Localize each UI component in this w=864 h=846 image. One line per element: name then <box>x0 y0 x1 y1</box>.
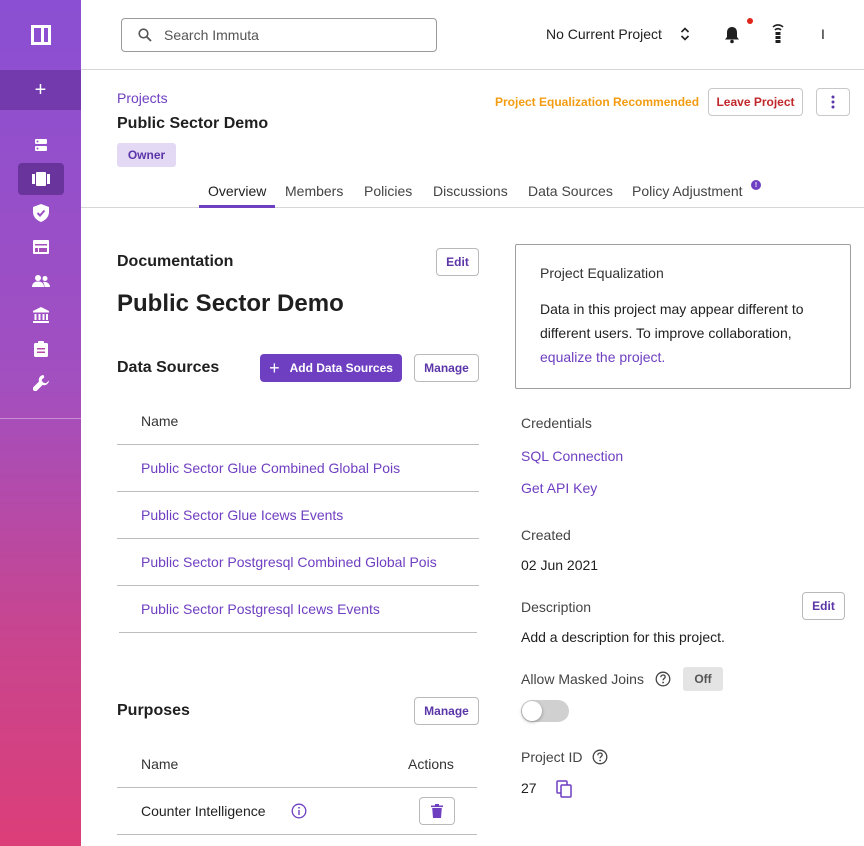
delete-purpose-button[interactable] <box>419 797 455 825</box>
notification-dot <box>747 18 753 24</box>
edit-description-button[interactable]: Edit <box>802 592 845 620</box>
sidebar-item-data-sources[interactable] <box>18 129 64 161</box>
copy-icon[interactable] <box>556 780 572 798</box>
table-divider <box>119 632 477 633</box>
data-source-link[interactable]: Public Sector Glue Icews Events <box>141 507 343 523</box>
tab-data-sources[interactable]: Data Sources <box>528 183 613 199</box>
search-icon <box>138 28 152 42</box>
sql-connection-link[interactable]: SQL Connection <box>521 448 623 464</box>
masked-joins-status: Off <box>683 667 723 691</box>
help-icon[interactable] <box>655 671 671 687</box>
sidebar-item-audit[interactable] <box>18 333 64 365</box>
unfold-chevron-icon <box>680 27 690 41</box>
table-icon <box>33 240 49 254</box>
table-divider <box>117 787 477 788</box>
project-tabs: Overview Members Policies Discussions Da… <box>81 176 864 208</box>
equalization-card-title: Project Equalization <box>540 265 664 281</box>
data-sources-name-column[interactable]: Name <box>141 413 178 429</box>
equalization-description: Data in this project may appear differen… <box>540 301 804 341</box>
more-actions-button[interactable] <box>816 88 850 116</box>
purposes-heading: Purposes <box>117 702 190 719</box>
project-equalization-card: Project Equalization Data in this projec… <box>515 244 851 389</box>
purposes-actions-column: Actions <box>408 756 454 772</box>
create-plus-icon[interactable]: + <box>0 70 81 110</box>
documentation-title: Public Sector Demo <box>117 290 344 317</box>
clipboard-icon <box>34 341 48 357</box>
table-divider <box>117 538 479 539</box>
data-sources-heading: Data Sources <box>117 359 220 376</box>
sidebar-item-queries[interactable] <box>18 231 64 263</box>
purposes-name-column: Name <box>141 756 179 772</box>
description-value: Add a description for this project. <box>521 629 725 645</box>
table-divider <box>117 585 479 586</box>
purpose-name: Counter Intelligence <box>141 803 266 819</box>
masked-joins-label: Allow Masked Joins <box>521 671 644 687</box>
sidebar-item-people[interactable] <box>18 265 64 297</box>
add-data-sources-label: Add Data Sources <box>289 361 393 375</box>
description-label: Description <box>521 599 592 615</box>
help-icon[interactable] <box>592 749 608 765</box>
plus-icon: + <box>269 357 280 378</box>
table-divider <box>117 834 477 835</box>
active-tab-indicator <box>199 205 275 208</box>
wrench-icon <box>33 375 49 391</box>
current-project-select[interactable]: No Current Project <box>546 26 690 42</box>
info-icon[interactable] <box>291 803 307 819</box>
search-input[interactable] <box>164 27 424 43</box>
documentation-heading: Documentation <box>117 253 234 270</box>
tab-overview[interactable]: Overview <box>208 183 266 199</box>
table-divider <box>117 444 479 445</box>
tab-discussions[interactable]: Discussions <box>433 183 508 199</box>
role-badge: Owner <box>117 143 176 167</box>
projects-icon <box>32 172 50 186</box>
created-date: 02 Jun 2021 <box>521 557 599 573</box>
tab-policy-adjustment[interactable]: Policy Adjustment <box>632 183 743 199</box>
immuta-logo[interactable] <box>0 0 81 70</box>
add-data-sources-button[interactable]: + Add Data Sources <box>260 354 402 382</box>
data-source-link[interactable]: Public Sector Glue Combined Global Pois <box>141 460 400 476</box>
broadcast-tower-icon[interactable] <box>769 24 787 46</box>
sidebar-divider <box>0 418 81 419</box>
breadcrumb-projects[interactable]: Projects <box>117 90 168 106</box>
get-api-key-link[interactable]: Get API Key <box>521 480 597 496</box>
equalization-recommended-notice[interactable]: Project Equalization Recommended <box>495 95 699 109</box>
project-id-value: 27 <box>521 780 537 796</box>
trash-icon <box>431 804 443 818</box>
notifications-bell-icon[interactable] <box>722 24 742 46</box>
bank-icon <box>33 307 49 323</box>
toggle-knob <box>522 701 542 721</box>
database-icon <box>35 139 47 151</box>
more-vertical-icon <box>831 95 835 109</box>
created-label: Created <box>521 527 571 543</box>
equalization-card-text: Data in this project may appear differen… <box>540 297 840 369</box>
credentials-label: Credentials <box>521 415 592 431</box>
user-menu[interactable]: I <box>821 26 825 42</box>
manage-purposes-button[interactable]: Manage <box>414 697 479 725</box>
shield-check-icon <box>33 204 49 222</box>
people-icon <box>32 275 50 287</box>
edit-documentation-button[interactable]: Edit <box>436 248 479 276</box>
project-id-label: Project ID <box>521 749 583 765</box>
tab-policies[interactable]: Policies <box>364 183 412 199</box>
sidebar-item-governance[interactable] <box>18 299 64 331</box>
sidebar-item-app-settings[interactable] <box>18 367 64 399</box>
search-box[interactable] <box>121 18 437 52</box>
equalize-project-link[interactable]: equalize the project. <box>540 349 665 365</box>
alert-badge-icon: ! <box>751 180 761 190</box>
sidebar-item-projects[interactable] <box>18 163 64 195</box>
manage-data-sources-button[interactable]: Manage <box>414 354 479 382</box>
sidebar-item-policies[interactable] <box>18 197 64 229</box>
masked-joins-toggle[interactable] <box>521 700 569 722</box>
data-source-link[interactable]: Public Sector Postgresql Combined Global… <box>141 554 437 570</box>
tab-members[interactable]: Members <box>285 183 343 199</box>
data-source-link[interactable]: Public Sector Postgresql Icews Events <box>141 601 380 617</box>
topbar: No Current Project I <box>81 0 864 70</box>
sidebar: + <box>0 0 81 846</box>
table-divider <box>117 491 479 492</box>
current-project-label: No Current Project <box>546 26 662 42</box>
page-title: Public Sector Demo <box>117 115 269 132</box>
leave-project-button[interactable]: Leave Project <box>708 88 803 116</box>
